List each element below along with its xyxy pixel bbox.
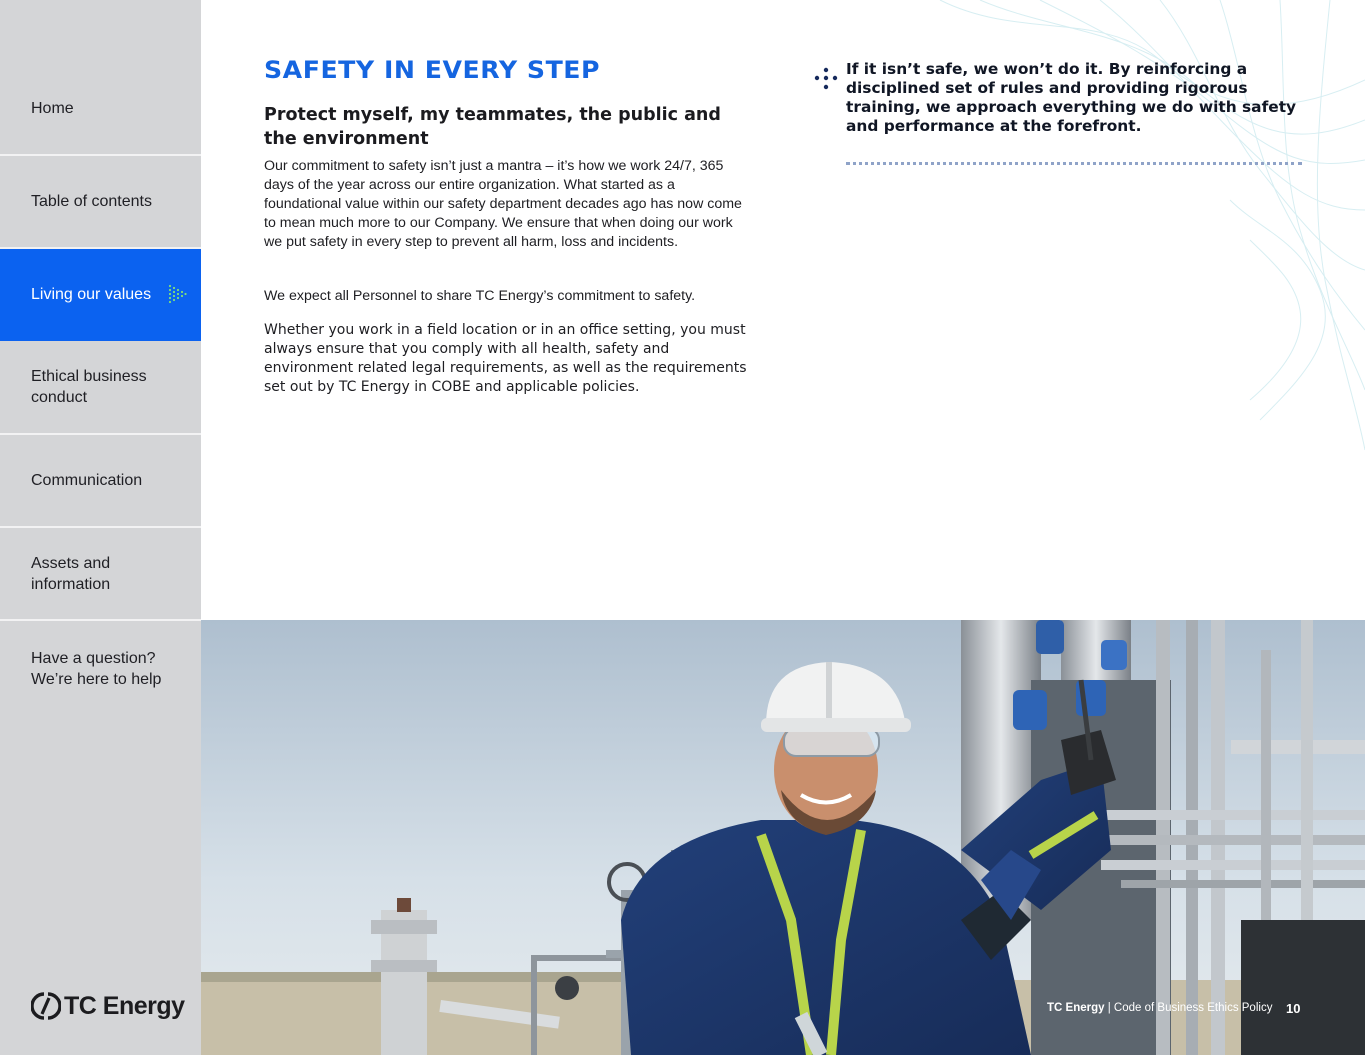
sidebar-item-label: Communication (31, 472, 143, 489)
sidebar-nav: Home Table of contents Living our values… (0, 0, 201, 1055)
sidebar-item-communication[interactable]: Communication (0, 435, 201, 528)
worker-photo: TC Energy | Code of Business Ethics Poli… (201, 620, 1365, 1055)
dotted-arrow-icon (168, 284, 187, 304)
sidebar-item-assets-and-information[interactable]: Assets and information (0, 528, 201, 621)
body-paragraph: We expect all Personnel to share TC Ener… (264, 288, 696, 304)
sidebar-item-label: Ethical business conduct (31, 368, 147, 406)
sidebar-item-label: Have a question? We’re here to help (31, 650, 162, 688)
sidebar-item-label: Assets and information (31, 554, 111, 593)
logo-text: TC Energy (64, 991, 185, 1020)
footer-separator: | (1107, 1002, 1111, 1014)
tc-energy-logo-icon (31, 992, 61, 1020)
worker-photo-illustration (201, 620, 1365, 1055)
sidebar-item-have-a-question[interactable]: Have a question? We’re here to help (0, 621, 201, 714)
sidebar-item-label: Home (31, 100, 74, 117)
sidebar-item-label: Table of contents (31, 193, 152, 210)
page-number: 10 (1286, 1001, 1301, 1016)
callout-quote: If it isn’t safe, we won’t do it. By rei… (846, 60, 1297, 135)
sidebar-item-label: Living our values (31, 285, 152, 303)
sidebar-item-home[interactable]: Home (0, 63, 201, 156)
footer-brand: TC Energy (1047, 1002, 1105, 1014)
sidebar-item-ethical-business-conduct[interactable]: Ethical business conduct (0, 341, 201, 435)
dotted-divider (846, 162, 1302, 165)
body-paragraph: Whether you work in a field location or … (264, 322, 747, 395)
body-paragraph: Our commitment to safety isn’t just a ma… (264, 158, 742, 250)
footer-doc-label: TC Energy | Code of Business Ethics Poli… (1047, 1002, 1272, 1014)
sidebar-item-living-our-values[interactable]: Living our values (0, 249, 201, 341)
dot-cluster-icon (814, 67, 838, 90)
page-title: SAFETY IN EVERY STEP (264, 56, 601, 84)
footer-doc-title: Code of Business Ethics Policy (1113, 1002, 1273, 1014)
sidebar-item-table-of-contents[interactable]: Table of contents (0, 156, 201, 249)
section-subtitle: Protect myself, my teammates, the public… (264, 105, 721, 149)
tc-energy-logo[interactable]: TC Energy (31, 991, 185, 1021)
